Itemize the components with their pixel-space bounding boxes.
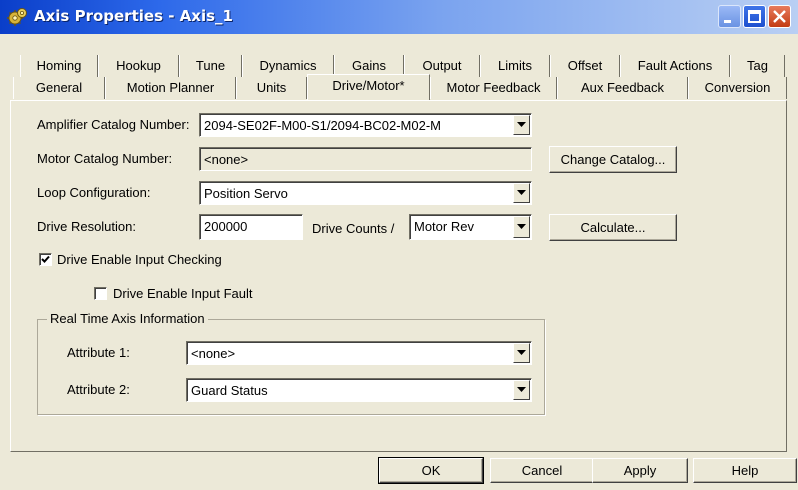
motor-catalog-value: <none> [204,152,249,167]
amplifier-catalog-label: Amplifier Catalog Number: [37,117,190,132]
drive-resolution-label: Drive Resolution: [37,219,136,234]
drive-resolution-input[interactable]: 200000 [199,214,303,240]
ok-button[interactable]: OK [378,457,484,484]
amplifier-catalog-select[interactable]: 2094-SE02F-M00-S1/2094-BC02-M02-M [199,113,532,137]
calculate-button[interactable]: Calculate... [549,214,677,241]
drive-enable-input-checking-checkbox[interactable] [39,253,52,266]
dropdown-arrow-icon[interactable] [513,115,530,135]
dropdown-arrow-icon[interactable] [513,343,530,363]
title-bar[interactable]: Axis Properties - Axis_1 [0,0,798,34]
drive-enable-input-fault-label[interactable]: Drive Enable Input Fault [113,286,252,301]
motor-catalog-field: <none> [199,147,532,171]
loop-configuration-label: Loop Configuration: [37,185,151,200]
loop-configuration-select[interactable]: Position Servo [199,181,532,205]
resolution-unit-value: Motor Rev [414,219,474,234]
tab-fault-actions[interactable]: Fault Actions [620,55,730,77]
close-icon [773,10,786,23]
close-button[interactable] [768,5,791,28]
amplifier-catalog-value: 2094-SE02F-M00-S1/2094-BC02-M02-M [204,118,441,133]
drive-enable-input-fault-checkbox[interactable] [94,287,107,300]
real-time-axis-group-title: Real Time Axis Information [47,311,208,326]
apply-label: Apply [623,463,657,478]
tab-hookup[interactable]: Hookup [98,55,179,77]
drive-counts-label: Drive Counts / [312,221,395,236]
apply-button[interactable]: Apply [592,458,688,483]
checkmark-icon [41,255,50,263]
tab-aux-feedback[interactable]: Aux Feedback [557,77,688,99]
change-catalog-label: Change Catalog... [560,152,666,167]
attribute-1-select[interactable]: <none> [186,341,532,365]
maximize-icon [748,10,761,23]
dropdown-arrow-icon[interactable] [513,216,530,238]
attribute-1-label: Attribute 1: [67,345,130,360]
dropdown-arrow-icon[interactable] [513,183,530,203]
attribute-2-label: Attribute 2: [67,382,130,397]
attribute-2-select[interactable]: Guard Status [186,378,532,402]
loop-configuration-value: Position Servo [204,186,288,201]
tab-tune[interactable]: Tune [179,55,242,77]
attribute-2-value: Guard Status [191,383,268,398]
tab-general[interactable]: General [13,77,105,99]
minimize-button[interactable] [718,5,741,28]
cancel-button[interactable]: Cancel [490,458,594,483]
ok-label: OK [421,463,441,478]
tab-limits[interactable]: Limits [480,55,550,77]
tab-drive-motor[interactable]: Drive/Motor* [307,74,430,100]
tab-tag[interactable]: Tag [730,55,785,77]
axis-properties-dialog: Axis Properties - Axis_1 Homing Hookup T… [0,0,798,490]
tab-motion-planner[interactable]: Motion Planner [105,77,236,99]
attribute-1-value: <none> [191,346,236,361]
drive-resolution-value: 200000 [204,219,248,234]
maximize-button[interactable] [743,5,766,28]
tab-homing[interactable]: Homing [20,55,98,77]
dropdown-arrow-icon[interactable] [513,380,530,400]
tab-units[interactable]: Units [236,77,307,99]
minimize-icon [724,20,731,23]
window-title: Axis Properties - Axis_1 [34,7,233,25]
settings-gears-icon [7,6,29,28]
help-button[interactable]: Help [693,458,797,483]
drive-enable-input-checking-label[interactable]: Drive Enable Input Checking [57,252,222,267]
tab-motor-feedback[interactable]: Motor Feedback [430,77,557,99]
tab-offset[interactable]: Offset [550,55,620,77]
resolution-unit-select[interactable]: Motor Rev [409,214,532,240]
motor-catalog-label: Motor Catalog Number: [37,151,173,166]
calculate-label: Calculate... [580,220,646,235]
cancel-label: Cancel [521,463,563,478]
change-catalog-button[interactable]: Change Catalog... [549,146,677,173]
tab-conversion[interactable]: Conversion [688,77,787,99]
help-label: Help [731,463,759,478]
